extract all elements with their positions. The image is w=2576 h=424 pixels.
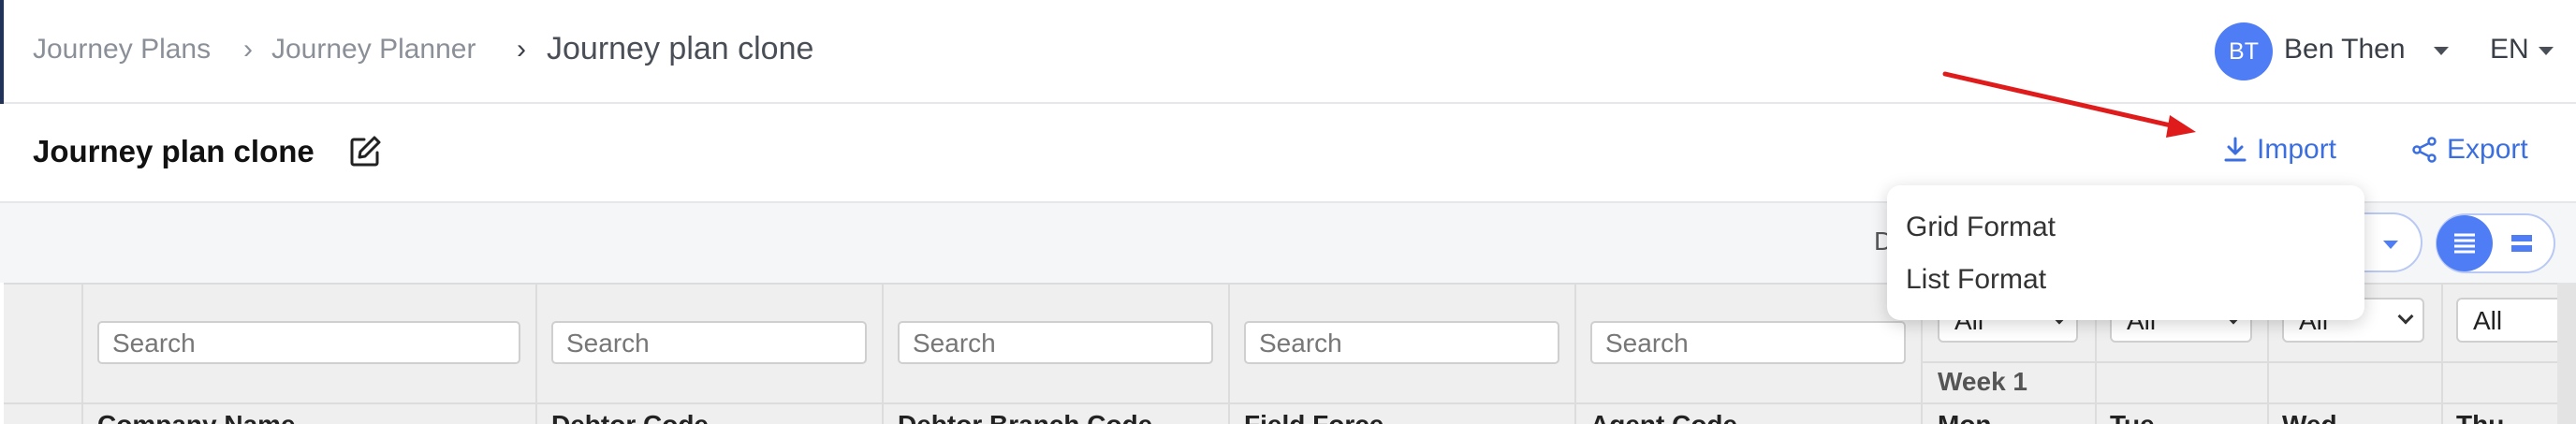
export-label: Export — [2447, 134, 2528, 165]
thu-filter-select[interactable]: All — [2456, 298, 2569, 343]
user-menu-caret-icon[interactable] — [2434, 47, 2449, 55]
share-icon — [2412, 137, 2437, 163]
week-divider — [1922, 361, 2576, 363]
user-name[interactable]: Ben Then — [2284, 34, 2406, 66]
vertical-scrollbar[interactable] — [2557, 283, 2576, 424]
agent-code-search-input[interactable]: Search — [1590, 321, 1906, 364]
page-title: Journey plan clone — [33, 134, 315, 168]
chevron-down-icon — [2383, 241, 2398, 249]
debtor-branch-code-search-input[interactable]: Search — [898, 321, 1213, 364]
chevron-right-icon: › — [517, 34, 526, 65]
avatar[interactable]: BT — [2215, 22, 2273, 80]
header-row-divider — [4, 402, 2576, 404]
list-view-icon — [2454, 233, 2475, 254]
column-header-tue[interactable]: Tue — [2110, 410, 2155, 424]
language-caret-icon[interactable] — [2539, 47, 2554, 55]
grid-view-icon — [2511, 235, 2532, 252]
column-header-agent-code[interactable]: Agent Code — [1590, 410, 1737, 424]
list-view-button[interactable] — [2437, 215, 2493, 271]
company-name-search-input[interactable]: Search — [97, 321, 520, 364]
column-header-field-force[interactable]: Field Force — [1244, 410, 1383, 424]
menu-item-list-format[interactable]: List Format — [1906, 264, 2046, 296]
grid-view-button[interactable] — [2494, 215, 2550, 271]
week-label: Week 1 — [1938, 367, 2027, 396]
edit-icon[interactable] — [348, 135, 382, 168]
breadcrumb-current: Journey plan clone — [547, 31, 814, 66]
column-header-company-name[interactable]: Company Name — [97, 410, 296, 424]
menu-item-grid-format[interactable]: Grid Format — [1906, 212, 2056, 243]
language-selector[interactable]: EN — [2490, 34, 2529, 66]
import-format-menu: Grid Format List Format — [1887, 185, 2364, 320]
import-button[interactable]: Import — [2223, 134, 2336, 166]
page: Journey Plans › Journey Planner › Journe… — [0, 0, 2576, 424]
column-header-thu[interactable]: Thu — [2456, 410, 2504, 424]
column-header-debtor-code[interactable]: Debtor Code — [551, 410, 709, 424]
import-label: Import — [2257, 134, 2337, 165]
annotation-arrow — [1942, 71, 2196, 138]
breadcrumb-item-journey-planner[interactable]: Journey Planner — [271, 34, 476, 66]
breadcrumb-item-journey-plans[interactable]: Journey Plans — [33, 34, 211, 66]
column-header-wed[interactable]: Wed — [2282, 410, 2337, 424]
column-header-debtor-branch-code[interactable]: Debtor Branch Code — [898, 410, 1152, 424]
chevron-right-icon: › — [243, 34, 253, 65]
column-header-mon[interactable]: Mon — [1938, 410, 1992, 424]
download-icon — [2224, 137, 2247, 162]
export-button[interactable]: Export — [2411, 134, 2528, 166]
thu-filter-value: All — [2473, 306, 2503, 335]
field-force-search-input[interactable]: Search — [1244, 321, 1559, 364]
debtor-code-search-input[interactable]: Search — [551, 321, 867, 364]
